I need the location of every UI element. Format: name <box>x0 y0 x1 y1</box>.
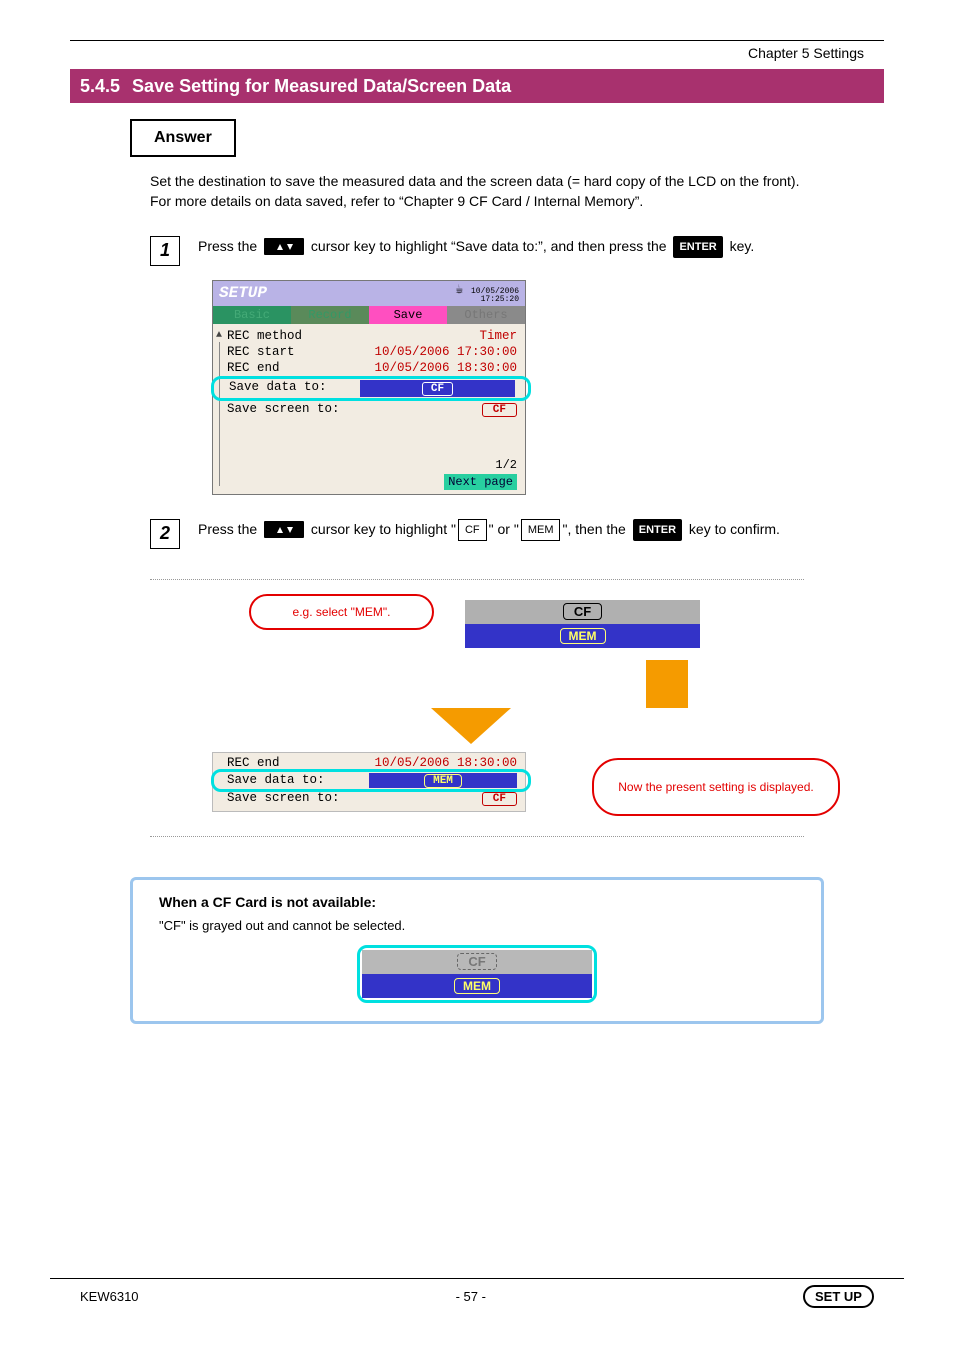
setup-pill-icon: SET UP <box>803 1285 874 1308</box>
clock-icon: ☕ <box>455 283 463 296</box>
step2-mid3: ", then the <box>562 521 629 537</box>
step-2-number: 2 <box>150 519 180 549</box>
down-arrow-icon <box>430 660 904 744</box>
after-rec-end-label: REC end <box>227 756 280 770</box>
chapter-ref: Chapter 5 Settings <box>50 45 864 61</box>
cf-small-box: CF <box>458 519 487 542</box>
step1-pre: Press the <box>198 238 261 254</box>
dotted-rule-2 <box>150 836 804 837</box>
row-rec-end-label: REC end <box>227 361 280 375</box>
footer-model: KEW6310 <box>80 1289 139 1304</box>
tab-others[interactable]: Others <box>447 306 525 324</box>
row-rec-method-label: REC method <box>227 329 302 343</box>
step1-mid: cursor key to highlight “Save data to:”,… <box>311 238 671 254</box>
enter-key-icon-2: ENTER <box>633 519 682 542</box>
step2-pre: Press the <box>198 521 261 537</box>
footer-page-number: - 57 - <box>456 1289 486 1304</box>
device-time: 17:25:20 <box>481 295 519 304</box>
device-title: SETUP <box>219 284 267 302</box>
step-2-text: Press the cursor key to highlight "CF" o… <box>198 519 780 542</box>
device-screen-1: SETUP ☕ 10/05/2006 17:25:20 Basic Record… <box>212 280 526 495</box>
next-page-button[interactable]: Next page <box>444 474 517 490</box>
tab-basic[interactable]: Basic <box>213 306 291 324</box>
cursor-updown-icon <box>264 238 304 255</box>
tab-record[interactable]: Record <box>291 306 369 324</box>
section-number: 5.4.5 <box>80 76 120 97</box>
row-rec-start-label: REC start <box>227 345 295 359</box>
step2-post: key to confirm. <box>689 521 780 537</box>
step2-mid2: " or " <box>489 521 519 537</box>
note-option-mem[interactable]: MEM <box>362 974 592 998</box>
cursor-updown-icon-2 <box>264 521 304 538</box>
mem-small-box: MEM <box>521 519 561 542</box>
row-save-data-value[interactable]: CF <box>360 380 515 397</box>
note-body: "CF" is grayed out and cannot be selecte… <box>159 918 795 933</box>
option-callout-bubble: e.g. select "MEM". <box>249 594 434 630</box>
note-option-list: CF MEM <box>357 945 597 1003</box>
tab-save[interactable]: Save <box>369 306 447 324</box>
option-list: CF MEM <box>465 600 700 648</box>
scroll-bar <box>219 342 220 486</box>
row-save-screen-value: CF <box>482 403 517 417</box>
step-1-text: Press the cursor key to highlight “Save … <box>198 236 754 259</box>
section-heading: 5.4.5 Save Setting for Measured Data/Scr… <box>70 69 884 103</box>
note-title: When a CF Card is not available: <box>159 894 795 910</box>
after-save-data-value[interactable]: MEM <box>369 773 517 788</box>
option-mem[interactable]: MEM <box>465 624 700 648</box>
note-box: When a CF Card is not available: "CF" is… <box>130 877 824 1024</box>
intro-paragraph: Set the destination to save the measured… <box>150 171 804 212</box>
page-footer: KEW6310 - 57 - SET UP <box>50 1278 904 1308</box>
enter-key-icon: ENTER <box>673 236 722 259</box>
device-clock: ☕ 10/05/2006 17:25:20 <box>455 283 519 304</box>
scroll-up-icon: ▲ <box>216 330 222 341</box>
step2-mid1: cursor key to highlight " <box>311 521 456 537</box>
after-save-data-label[interactable]: Save data to: <box>227 773 325 788</box>
row-rec-start-value: 10/05/2006 17:30:00 <box>374 345 517 359</box>
after-rec-end-value: 10/05/2006 18:30:00 <box>374 756 517 770</box>
row-rec-method-value: Timer <box>479 329 517 343</box>
section-title: Save Setting for Measured Data/Screen Da… <box>132 76 511 97</box>
after-save-screen-label: Save screen to: <box>227 791 340 806</box>
step-1-number: 1 <box>150 236 180 266</box>
device-screen-2: REC end 10/05/2006 18:30:00 Save data to… <box>212 752 526 812</box>
answer-box: Answer <box>130 119 236 157</box>
option-cf[interactable]: CF <box>465 600 700 624</box>
row-save-data-label[interactable]: Save data to: <box>229 380 327 397</box>
after-callout-bubble: Now the present setting is displayed. <box>592 758 840 816</box>
dotted-rule <box>150 579 804 580</box>
row-save-screen-label: Save screen to: <box>227 402 340 417</box>
step1-post: key. <box>730 238 755 254</box>
note-option-cf-disabled: CF <box>362 950 592 974</box>
row-rec-end-value: 10/05/2006 18:30:00 <box>374 361 517 375</box>
device-page-indicator: 1/2 <box>227 458 517 472</box>
after-save-screen-value: CF <box>482 792 517 806</box>
